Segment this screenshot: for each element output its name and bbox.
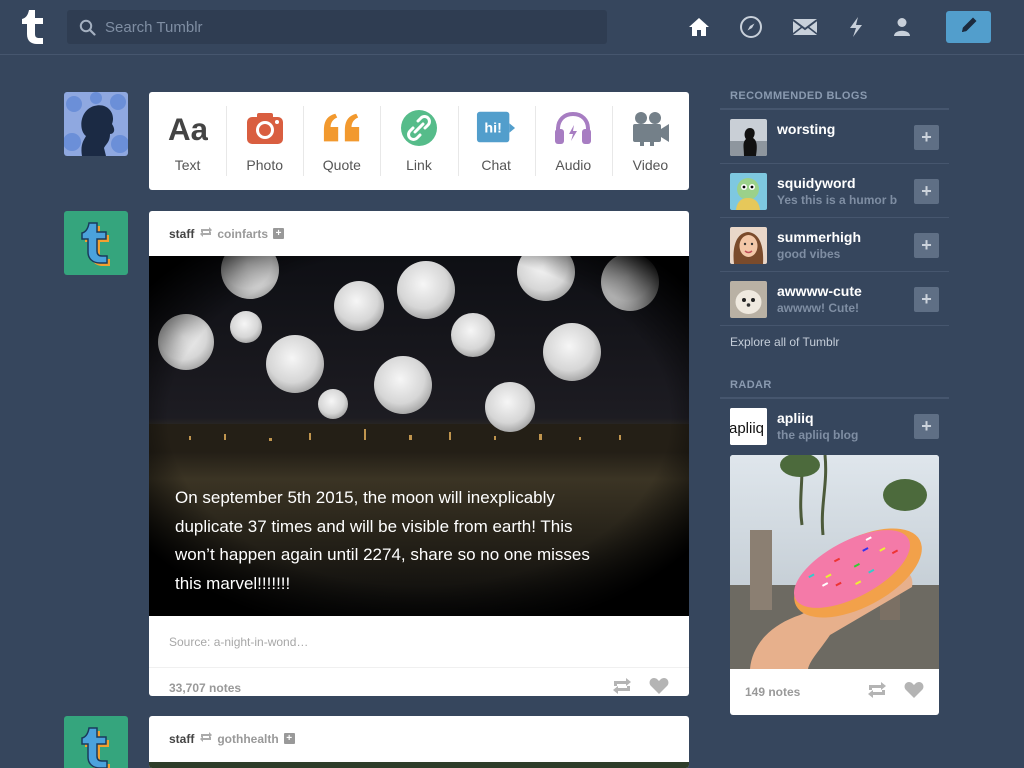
blog-avatar[interactable] — [730, 227, 767, 264]
radar-post-card: 149 notes — [730, 455, 939, 715]
quote-icon — [322, 108, 362, 148]
blog-avatar[interactable]: apliiq — [730, 408, 767, 445]
follow-plus-icon[interactable]: + — [273, 228, 285, 239]
activity-icon[interactable] — [843, 14, 869, 40]
explore-icon[interactable] — [738, 14, 764, 40]
like-heart-icon[interactable] — [649, 677, 669, 697]
like-heart-icon[interactable] — [904, 681, 924, 704]
follow-button[interactable]: + — [914, 414, 939, 439]
reblog-icon[interactable] — [611, 677, 633, 697]
account-icon[interactable] — [889, 14, 915, 40]
radar-post-footer: 149 notes — [730, 669, 939, 715]
text-icon: Aa — [168, 108, 208, 148]
post-actions — [866, 681, 924, 704]
post-type-text[interactable]: Aa Text — [149, 92, 226, 190]
tumblr-logo-icon[interactable] — [18, 8, 50, 46]
camera-icon — [245, 108, 285, 148]
radar-post-photo[interactable] — [730, 455, 939, 669]
blog-avatar[interactable] — [730, 173, 767, 210]
svg-text:hi!: hi! — [485, 121, 502, 137]
blog-name[interactable]: awwww-cute — [777, 283, 862, 299]
explore-all-link[interactable]: Explore all of Tumblr — [730, 335, 839, 349]
post-source[interactable]: Source: a-night-in-wond… — [149, 616, 689, 668]
svg-text:apliiq: apliiq — [730, 420, 764, 437]
blog-description: the apliiq blog — [777, 428, 859, 442]
reblog-small-icon — [199, 731, 213, 746]
post-type-label: Link — [406, 157, 432, 173]
post-reblogged-from[interactable]: gothhealth — [217, 732, 278, 746]
post-type-link[interactable]: Link — [380, 92, 457, 190]
blog-name[interactable]: apliiq — [777, 410, 814, 426]
pencil-icon — [959, 15, 979, 40]
post-blog-name[interactable]: staff — [169, 732, 194, 746]
blog-name[interactable]: squidyword — [777, 175, 856, 191]
radar-title: RADAR — [730, 379, 772, 391]
search-input[interactable] — [105, 10, 595, 44]
recommended-blog-item[interactable]: awwww-cute awwww! Cute! + — [720, 272, 949, 326]
post-reblogged-from[interactable]: coinfarts — [217, 227, 268, 241]
post-card: staff gothhealth + — [149, 716, 689, 768]
post-type-photo[interactable]: Photo — [226, 92, 303, 190]
compose-button[interactable] — [946, 11, 991, 43]
post-header: staff coinfarts + — [149, 211, 689, 256]
post-type-label: Photo — [246, 157, 283, 173]
post-type-label: Text — [174, 157, 201, 173]
blog-name[interactable]: worsting — [777, 121, 835, 137]
post-type-audio[interactable]: Audio — [534, 92, 612, 190]
blog-description: good vibes — [777, 247, 841, 261]
home-icon[interactable] — [686, 14, 712, 40]
radar-blog-item[interactable]: apliiq apliiq the apliiq blog + — [720, 399, 949, 453]
inbox-icon[interactable] — [792, 14, 818, 40]
link-icon — [399, 108, 439, 148]
post-type-label: Chat — [481, 157, 511, 173]
video-camera-icon — [630, 108, 670, 148]
svg-text:Aa: Aa — [168, 112, 208, 146]
notes-count[interactable]: 33,707 notes — [169, 681, 241, 695]
follow-plus-icon[interactable]: + — [283, 733, 295, 744]
post-footer: 33,707 notes — [149, 668, 689, 696]
blog-description: awwww! Cute! — [777, 301, 860, 315]
follow-button[interactable]: + — [914, 287, 939, 312]
staff-avatar[interactable] — [64, 211, 128, 275]
recommended-blog-item[interactable]: summerhigh good vibes + — [720, 218, 949, 272]
post-caption: On september 5th 2015, the moon will ine… — [175, 488, 590, 593]
reblog-icon[interactable] — [866, 681, 888, 704]
post-type-video[interactable]: Video — [611, 92, 689, 190]
headphones-icon — [553, 108, 593, 148]
follow-button[interactable]: + — [914, 233, 939, 258]
top-nav-bar — [0, 0, 1024, 55]
reblog-small-icon — [199, 226, 213, 241]
post-type-label: Audio — [555, 157, 592, 173]
post-type-quote[interactable]: Quote — [303, 92, 380, 190]
chat-icon: hi! — [476, 108, 516, 148]
post-type-label: Video — [632, 157, 669, 173]
recommended-blog-item[interactable]: squidyword Yes this is a humor b + — [720, 164, 949, 218]
post-card: staff coinfarts + On september 5th 2015,… — [149, 211, 689, 696]
post-blog-name[interactable]: staff — [169, 227, 194, 241]
follow-button[interactable]: + — [914, 179, 939, 204]
post-actions — [611, 677, 669, 697]
post-type-label: Quote — [322, 157, 361, 173]
blog-description: Yes this is a humor b — [777, 193, 898, 207]
post-type-chat[interactable]: hi! Chat — [457, 92, 535, 190]
post-photo[interactable]: On september 5th 2015, the moon will ine… — [149, 256, 689, 616]
recommended-blogs-title: RECOMMENDED BLOGS — [730, 90, 868, 102]
user-avatar[interactable] — [64, 92, 128, 156]
notes-count[interactable]: 149 notes — [745, 685, 800, 699]
recommended-blog-item[interactable]: worsting + — [720, 110, 949, 164]
follow-button[interactable]: + — [914, 125, 939, 150]
search-bar[interactable] — [67, 10, 607, 44]
post-header: staff gothhealth + — [149, 716, 689, 761]
post-photo[interactable] — [149, 762, 689, 768]
blog-name[interactable]: summerhigh — [777, 229, 861, 245]
post-type-bar: Aa Text Photo Quote Link hi! Chat Audio — [149, 92, 689, 190]
staff-avatar[interactable] — [64, 716, 128, 768]
search-icon — [79, 19, 96, 41]
blog-avatar[interactable] — [730, 281, 767, 318]
blog-avatar[interactable] — [730, 119, 767, 156]
